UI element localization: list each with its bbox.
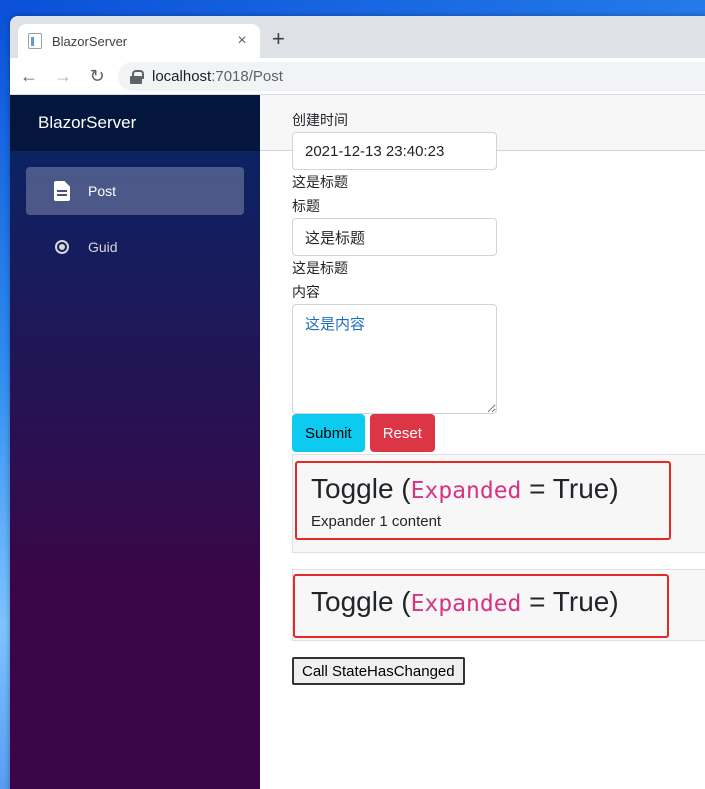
toggle-prefix: Toggle ( (311, 473, 411, 504)
expander-title[interactable]: Toggle (Expanded = True) (311, 471, 655, 509)
address-bar[interactable]: localhost:7018/Post (118, 62, 705, 91)
call-statehaschanged-button[interactable]: Call StateHasChanged (292, 657, 465, 685)
expanded-code: Expanded (410, 478, 522, 504)
sidebar-item-post[interactable]: Post (26, 167, 244, 215)
submit-button[interactable]: Submit (292, 414, 365, 452)
created-input[interactable] (292, 132, 497, 170)
form-actions: Submit Reset (292, 414, 705, 452)
back-button[interactable]: ← (14, 66, 44, 87)
expander-content: Expander 1 content (311, 513, 442, 530)
browser-toolbar: ← → ↻ localhost:7018/Post (10, 58, 705, 95)
expander-toggle[interactable]: Toggle (Expanded = True) (293, 574, 669, 638)
close-tab-icon[interactable]: × (234, 32, 250, 50)
expander-toggle[interactable]: Toggle (Expanded = True) Expander 1 cont… (295, 461, 671, 540)
radio-icon (52, 240, 72, 254)
forward-button[interactable]: → (48, 66, 78, 87)
url-text: localhost:7018/Post (152, 68, 283, 85)
sidebar-item-label: Guid (88, 239, 118, 255)
content-label: 内容 (292, 284, 320, 300)
reload-button[interactable]: ↻ (82, 66, 112, 87)
reset-button[interactable]: Reset (369, 414, 435, 452)
tab-title: BlazorServer (52, 33, 128, 49)
page-favicon-icon (28, 33, 42, 49)
toggle-suffix: = True) (521, 473, 619, 504)
expanded-code: Expanded (410, 591, 522, 617)
toggle-prefix: Toggle ( (311, 586, 411, 617)
url-host: localhost (152, 68, 212, 85)
browser-tab[interactable]: BlazorServer × (18, 24, 260, 58)
brand-bar: BlazorServer (10, 95, 260, 151)
sidebar-item-label: Post (88, 183, 117, 199)
expander-2: Toggle (Expanded = True) (292, 569, 705, 641)
document-icon (52, 181, 72, 201)
url-path: :7018/Post (211, 68, 283, 85)
tab-strip: BlazorServer × + (10, 16, 705, 58)
main-content: 创建时间 这是标题 标题 这是标题 内容 这是内容 Submit Reset T… (292, 108, 705, 685)
browser-window: BlazorServer × + ← → ↻ localhost:7018/Po… (10, 16, 705, 789)
content-textarea[interactable]: 这是内容 (292, 304, 497, 414)
brand-link[interactable]: BlazorServer (38, 113, 136, 133)
lock-icon[interactable] (130, 69, 144, 84)
sidebar: BlazorServer Post Guid (10, 95, 260, 789)
new-tab-button[interactable]: + (272, 28, 285, 50)
expander-1: Toggle (Expanded = True) Expander 1 cont… (292, 454, 705, 553)
title-echo: 这是标题 (292, 174, 348, 190)
title-input[interactable] (292, 218, 497, 256)
title-echo: 这是标题 (292, 260, 348, 276)
sidebar-item-guid[interactable]: Guid (26, 223, 244, 271)
toggle-suffix: = True) (521, 586, 619, 617)
title-label: 标题 (292, 198, 320, 214)
expander-title[interactable]: Toggle (Expanded = True) (311, 584, 651, 622)
created-label: 创建时间 (292, 112, 348, 128)
